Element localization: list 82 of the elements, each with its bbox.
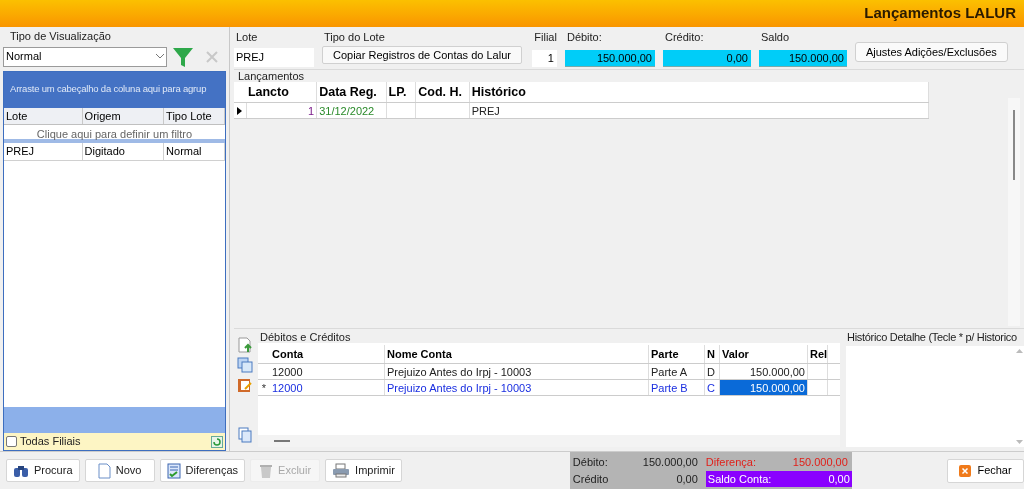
checkbox[interactable] [6,436,17,447]
lote-field[interactable]: PREJ [234,47,314,67]
table-cell: 31/12/2022 [317,103,387,118]
column-header[interactable]: Data Reg. [317,82,387,102]
filial-label: Filial [534,30,557,45]
table-cell: Normal [164,142,225,160]
table-cell: 150.000,00 [720,380,808,395]
credit-total-value: 0,00 [676,471,698,487]
column-header[interactable]: Parte [649,345,705,363]
lote-label: Lote [236,30,259,45]
toolbar-button[interactable]: Imprimir [325,459,402,482]
column-header[interactable]: LP. [386,82,417,102]
copy-document-icon[interactable] [237,357,253,373]
group-title: Lançamentos [238,70,306,82]
table-cell: 12000 [270,380,385,395]
grid-row[interactable]: * 12000 Prejuizo Antes do Irpj - 10003 Parte B C 150.000,00 [258,380,840,396]
table-cell: PREJ [4,142,83,160]
column-header[interactable]: Nome Conta [385,345,649,363]
credit-label: Crédito: [664,30,705,45]
document-icon [97,462,111,479]
balance-label: Saldo [760,30,791,45]
close-icon [959,464,972,477]
difference-label: Diferença: [705,455,756,470]
toolbar-button[interactable]: Novo [84,459,155,482]
add-document-icon[interactable] [237,337,253,353]
copy-records-button[interactable]: Copiar Registros de Contas do Lalur [322,45,522,64]
difference-value: 150.000,00 [792,455,848,470]
group-title: Histórico Detalhe (Tecle * p/ Historico [847,331,1018,343]
table-cell: 150.000,00 [720,364,808,379]
group-hint: Arraste um cabeçalho da coluna aqui para agrup [10,82,207,97]
filial-field[interactable]: 1 [531,49,557,67]
chevron-down-icon [156,54,164,59]
adjustments-button[interactable]: Ajustes Adições/Exclusões [854,42,1008,62]
column-header[interactable]: N [705,345,720,363]
column-header[interactable]: Rel [808,345,828,363]
account-balance-label: Saldo Conta: [707,471,772,487]
table-cell: PREJ [469,103,929,118]
window-title: Lançamentos LALUR [864,3,1016,24]
toolbar-button[interactable]: Procura [6,459,80,482]
binoculars-icon [13,463,29,478]
pages-icon[interactable] [238,427,252,443]
trash-icon [259,462,274,479]
filter-icon[interactable] [173,46,193,67]
scroll-up-icon[interactable] [1015,349,1023,353]
scrollbar[interactable] [1008,98,1020,326]
debit-field: 150.000,00 [564,49,655,67]
table-cell: Parte B [649,380,705,395]
checkbox-label: Todas Filiais [20,434,81,450]
table-cell: Digitado [82,142,165,160]
credit-field: 0,00 [662,49,751,67]
clipboard-icon[interactable] [237,377,253,393]
debit-label: Débito: [566,30,603,45]
table-cell: 12000 [270,364,385,379]
account-balance-value: 0,00 [828,471,850,487]
scroll-down-icon[interactable] [1015,440,1023,444]
column-header[interactable]: Lancto [245,82,318,102]
checklist-icon [166,462,181,479]
column-header[interactable]: Tipo Lote [164,107,225,124]
table-cell: D [705,364,720,379]
column-header[interactable]: Valor [720,345,808,363]
debit-total-value: 150.000,00 [642,455,698,470]
balance-field: 150.000,00 [758,49,847,67]
debit-total-label: Débito: [572,455,608,470]
view-select[interactable]: Normal [3,46,167,67]
table-cell: 1 [245,103,318,118]
group-title: Débitos e Créditos [260,331,352,343]
view-label: Tipo de Visualização [10,29,112,44]
column-header[interactable]: Origem [82,107,165,124]
table-cell: Prejuizo Antes do Irpj - 10003 [385,380,649,395]
table-cell: Parte A [649,364,705,379]
column-header[interactable]: Cod. H. [416,82,470,102]
tipo-lote-label: Tipo do Lote [324,30,386,45]
printer-icon [332,463,351,478]
close-button[interactable]: Fechar [947,458,1024,483]
credit-total-label: Crédito [572,471,609,487]
column-header[interactable]: Conta [270,345,385,363]
column-header[interactable]: Histórico [469,82,929,102]
table-cell: Prejuizo Antes do Irpj - 10003 [385,364,649,379]
refresh-icon[interactable] [211,435,223,448]
column-header[interactable]: Lote [4,107,83,124]
new-row-marker: * [261,381,267,395]
toolbar-button[interactable]: Diferenças [159,459,246,482]
